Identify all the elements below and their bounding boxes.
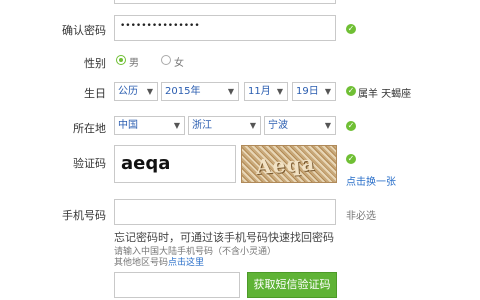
phone-input[interactable]: [114, 199, 336, 225]
captcha-input[interactable]: aeqa: [114, 145, 236, 183]
other-region-link[interactable]: 点击这里: [168, 258, 204, 268]
confirm-password-field[interactable]: •••••••••••••••: [114, 15, 336, 41]
sms-code-input[interactable]: [114, 272, 240, 298]
zodiac-info: 属羊 天蝎座: [358, 89, 412, 100]
confirm-password-label: 确认密码: [62, 24, 106, 37]
phone-hint: 忘记密码时，可通过该手机号码快速找回密码: [114, 231, 334, 244]
day-value: 19日: [296, 86, 319, 97]
gender-male-label: 男: [129, 58, 139, 69]
province-select[interactable]: 浙江 ▼: [188, 116, 261, 135]
phone-sub-hint-2: 其他地区号码点击这里: [114, 255, 204, 268]
year-select[interactable]: 2015年 ▼: [161, 82, 239, 101]
calendar-value: 公历: [118, 86, 138, 97]
get-sms-code-button[interactable]: 获取短信验证码: [247, 272, 337, 298]
chevron-down-icon: ▼: [324, 121, 331, 130]
captcha-image-text: Aeqa: [255, 150, 316, 180]
city-value: 宁波: [268, 120, 288, 131]
chevron-down-icon: ▼: [324, 87, 331, 96]
city-select[interactable]: 宁波 ▼: [264, 116, 336, 135]
province-value: 浙江: [192, 120, 212, 131]
confirm-password-value: •••••••••••••••: [120, 21, 200, 31]
birthday-label: 生日: [84, 87, 106, 100]
day-select[interactable]: 19日 ▼: [292, 82, 336, 101]
location-label: 所在地: [73, 122, 106, 135]
captcha-label: 验证码: [73, 157, 106, 170]
chevron-down-icon: ▼: [249, 121, 256, 130]
year-value: 2015年: [165, 86, 201, 97]
check-icon: ✓: [346, 86, 356, 96]
password-field-partial[interactable]: [114, 0, 336, 4]
gender-male-radio[interactable]: [116, 55, 126, 65]
phone-label: 手机号码: [62, 209, 106, 222]
check-icon: ✓: [346, 121, 356, 131]
calendar-select[interactable]: 公历 ▼: [114, 82, 158, 101]
chevron-down-icon: ▼: [173, 121, 180, 130]
phone-optional-text: 非必选: [346, 211, 376, 222]
captcha-input-value: aeqa: [121, 153, 171, 174]
captcha-refresh-link[interactable]: 点击换一张: [346, 173, 396, 188]
chevron-down-icon: ▼: [227, 87, 234, 96]
chevron-down-icon: ▼: [146, 87, 153, 96]
month-value: 11月: [248, 86, 271, 97]
month-select[interactable]: 11月 ▼: [244, 82, 288, 101]
country-value: 中国: [118, 120, 138, 131]
gender-female-label: 女: [174, 58, 184, 69]
gender-female-radio[interactable]: [161, 55, 171, 65]
gender-label: 性别: [84, 57, 106, 70]
check-icon: ✓: [346, 154, 356, 164]
check-icon: ✓: [346, 24, 356, 34]
captcha-image[interactable]: Aeqa: [241, 145, 337, 183]
country-select[interactable]: 中国 ▼: [114, 116, 185, 135]
chevron-down-icon: ▼: [276, 87, 283, 96]
phone-sub-hint-2-prefix: 其他地区号码: [114, 258, 169, 268]
